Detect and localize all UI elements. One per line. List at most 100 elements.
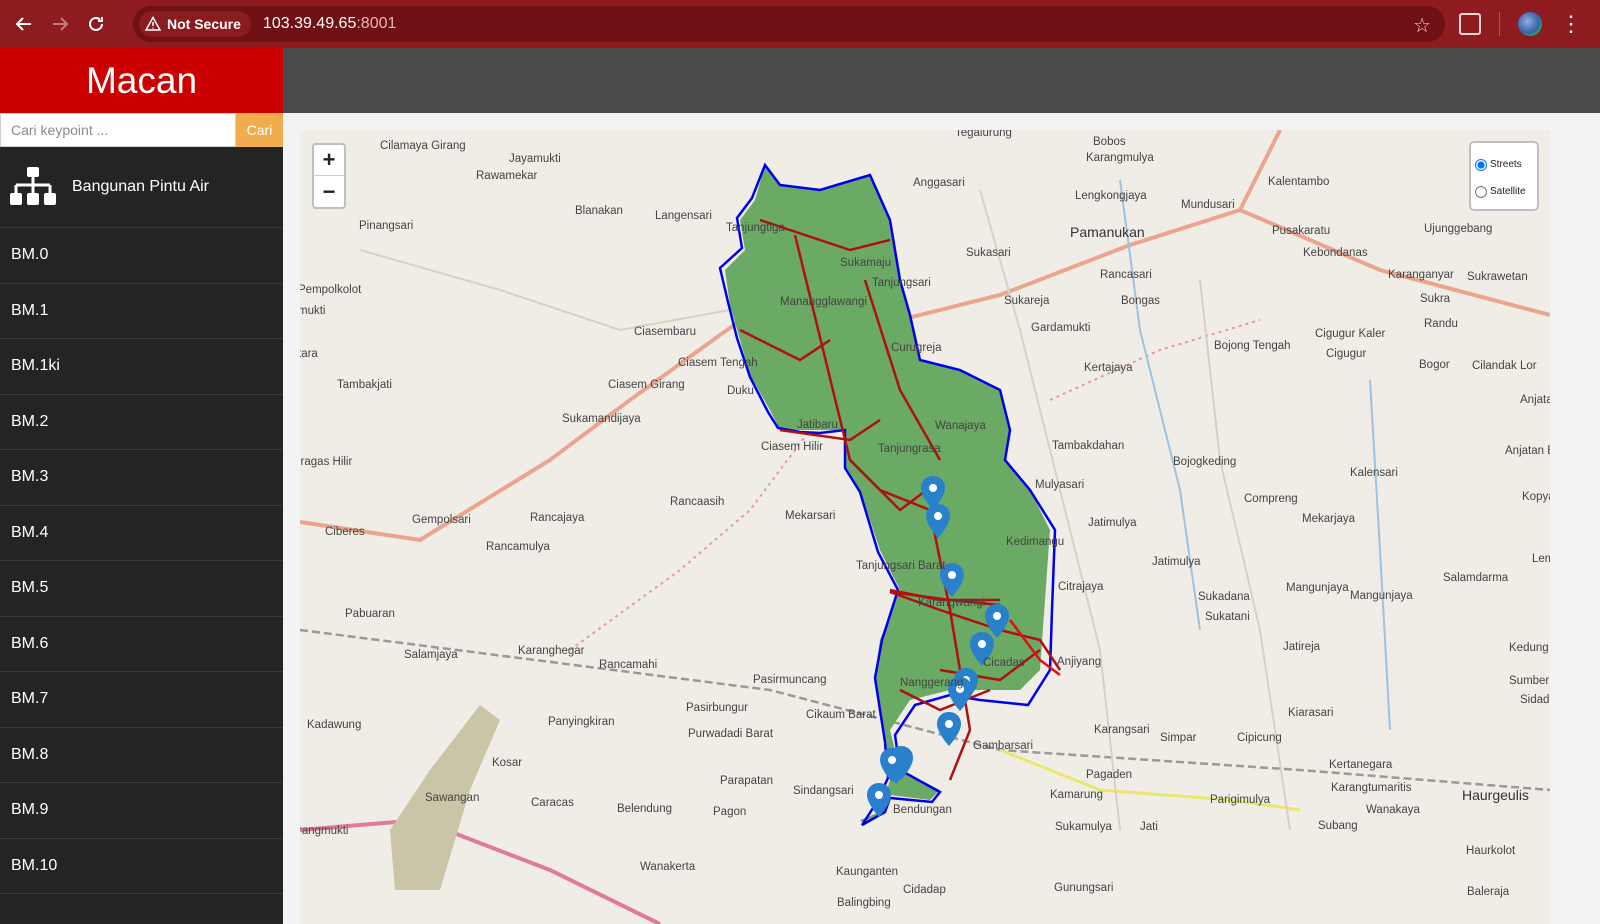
list-item[interactable]: BM.9 [0,783,283,839]
place-label: Karangmulya [1086,152,1154,164]
place-label: Anjatan Baru [1505,445,1550,457]
place-label: Tambakdahan [1052,440,1125,452]
forward-icon[interactable] [42,6,78,42]
list-item[interactable]: BM.2 [0,395,283,450]
place-label: Sukatani [1205,611,1250,623]
search-input[interactable] [0,113,236,147]
place-label: Jati [1140,821,1158,833]
place-label: Rancajaya [530,512,585,524]
place-label: Mekarjaya [1302,513,1356,525]
place-label: Tanjungsari [872,277,931,289]
layer-option-satellite[interactable]: Satellite [1475,178,1533,205]
place-label: Salamjaya [404,649,458,661]
menu-icon[interactable]: ⋮ [1560,13,1582,35]
river-line [1369,379,1391,731]
star-icon[interactable]: ☆ [1413,13,1431,38]
place-label: Sidadi [1520,694,1550,706]
list-item[interactable]: BM.7 [0,672,283,728]
place-label: Wanakaya [1366,804,1420,816]
place-label: Mulyasari [1035,479,1085,491]
place-label: Kertajaya [1084,362,1133,374]
place-label: Mangunjaya [1350,590,1413,602]
place-label: Sukamandijaya [562,413,641,425]
place-label: Panyingkiran [548,716,615,728]
place-label: Kedimangu [1006,536,1065,548]
place-label: Jatireja [1283,641,1321,653]
zoom-in-button[interactable]: + [314,145,344,176]
place-label: Citrajaya [1058,581,1104,593]
satellite-radio[interactable] [1475,185,1487,198]
place-label: Gunungsari [1054,882,1114,894]
place-label: Karangsari [1094,724,1150,736]
layer-option-streets[interactable]: Streets [1475,151,1533,178]
address-bar[interactable]: Not Secure 103.39.49.65:8001 ☆ [133,6,1445,42]
place-label: Kaunganten [836,866,899,878]
place-label: Balingbing [837,897,891,909]
place-label: Kedung [1509,642,1549,654]
list-item[interactable]: BM.10 [0,839,283,894]
place-label: Pabuaran [345,608,395,620]
place-label: Sawangan [425,792,480,804]
place-label: Cicadas [983,657,1025,669]
layer-switcher: Streets Satellite [1469,141,1539,211]
place-label: mukti [300,305,326,317]
map-marker[interactable] [937,712,961,746]
list-item[interactable]: BM.8 [0,728,283,783]
place-label: Sukrawetan [1467,271,1528,283]
security-chip[interactable]: Not Secure [139,11,251,37]
place-label: Bogor [1419,359,1450,371]
place-label: Jatimulya [1088,517,1137,529]
place-label: Anjiyang [1057,656,1102,668]
keypoint-list: BM.0 BM.1 BM.1ki BM.2 BM.3 BM.4 BM.5 BM.… [0,228,283,894]
place-label: Simpar [1160,732,1197,744]
place-label: Gambarsari [973,740,1034,752]
place-label: Karanghegar [518,645,585,657]
back-icon[interactable] [6,6,42,42]
sitemap-icon [10,167,56,205]
place-label: Lemj [1532,553,1550,565]
streets-radio[interactable] [1475,158,1487,171]
place-label: Salamdarma [1443,572,1509,584]
streets-label: Streets [1490,159,1522,170]
place-label: Jayamukti [509,153,561,165]
place-label: Sukamulya [1055,821,1112,833]
search-bar: Cari [0,113,283,147]
place-label: Kalensari [1350,467,1398,479]
place-label: Karangwangi [918,597,986,609]
place-label: Ciberes [325,526,365,538]
place-label: Sukra [1420,293,1451,305]
place-label: Sukadana [1198,591,1250,603]
list-item[interactable]: BM.6 [0,617,283,672]
place-label: Bendungan [893,804,952,816]
place-label: Wanajaya [935,420,986,432]
list-item[interactable]: BM.1 [0,284,283,339]
list-item[interactable]: BM.4 [0,506,283,561]
zoom-out-button[interactable]: − [314,176,344,207]
place-label: Jatibaru [797,419,838,431]
profile-avatar[interactable] [1518,12,1542,36]
place-label: Bongas [1121,295,1161,307]
list-item[interactable]: BM.5 [0,561,283,617]
place-label: Bojogkeding [1173,456,1237,468]
place-label: Pempolkolot [300,284,362,296]
place-label: Pagaden [1086,769,1133,781]
sidebar: Macan Cari Bangunan Pintu Air BM.0 BM.1 … [0,48,283,924]
reload-icon[interactable] [78,6,114,42]
place-label: Karangtumaritis [1331,782,1412,794]
search-button[interactable]: Cari [236,113,283,147]
list-item[interactable]: BM.3 [0,450,283,506]
list-item[interactable]: BM.1ki [0,339,283,395]
top-bar [283,48,1600,113]
place-label: Manangglawangi [780,296,867,308]
place-label: Randu [1424,318,1458,330]
group-title: Bangunan Pintu Air [72,178,209,195]
place-label: Tambakjati [337,379,392,391]
list-item[interactable]: BM.0 [0,228,283,284]
group-header[interactable]: Bangunan Pintu Air [0,147,283,228]
place-label: Tanjungsari Barat [856,560,946,572]
place-label: Sukareja [1004,295,1050,307]
map-view[interactable]: Tegalurung Cilamaya Girang Jayamukti Bob… [300,130,1550,924]
place-label: Tanjungtiga [726,222,785,234]
extensions-icon[interactable] [1459,13,1481,35]
place-label: Langensari [655,210,712,222]
